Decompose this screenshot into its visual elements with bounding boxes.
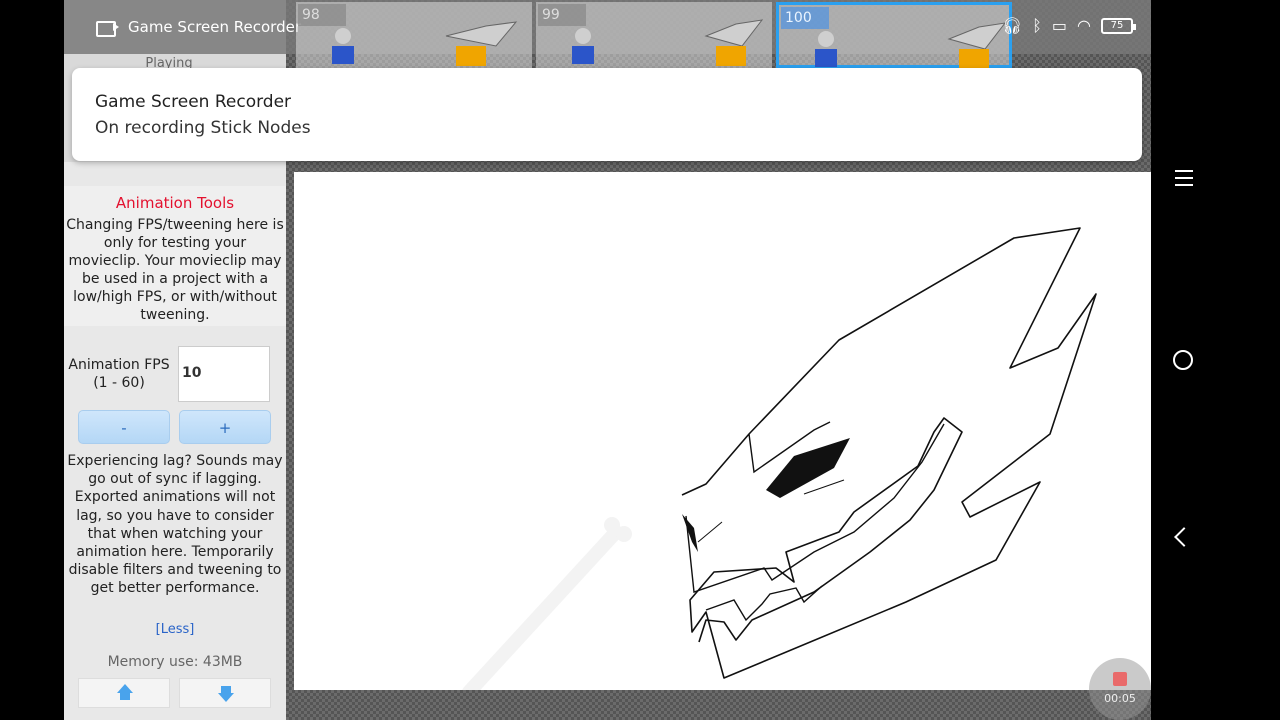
record-timer: 00:05 <box>1104 692 1136 705</box>
drawing-canvas[interactable] <box>294 172 1151 690</box>
tools-info-box: Animation Tools Changing FPS/tweening he… <box>64 186 286 326</box>
stop-record-icon <box>1113 672 1127 686</box>
notification-text: On recording Stick Nodes <box>95 118 311 138</box>
frame-preview-icon <box>815 22 1007 69</box>
skull-outline <box>681 227 1097 679</box>
video-camera-icon <box>96 19 120 37</box>
fps-row: Animation FPS (1 - 60) 10 <box>64 346 286 404</box>
frame-strip: 98 99 100 <box>296 0 1056 69</box>
menu-icon[interactable] <box>1175 170 1193 188</box>
arrow-down-icon[interactable] <box>179 678 271 708</box>
status-bar: Game Screen Recorder 98 99 100 🎧︎ ᛒ ▭ ◠ … <box>64 0 1151 69</box>
fps-increase-button[interactable]: + <box>179 410 271 444</box>
android-nav-bar <box>1151 0 1280 720</box>
back-icon[interactable] <box>1174 527 1194 547</box>
skull-drawing <box>462 227 1097 690</box>
bone-shape <box>462 517 632 690</box>
cast-icon: ▭ <box>1051 16 1068 35</box>
frame-thumbnail[interactable]: 99 <box>536 2 772 68</box>
frame-preview-icon <box>332 21 518 66</box>
arrow-up-icon[interactable] <box>78 678 170 708</box>
recording-notification[interactable]: Game Screen Recorder On recording Stick … <box>72 68 1142 161</box>
wifi-icon: ◠ <box>1077 16 1091 35</box>
fps-label: Animation FPS (1 - 60) <box>68 357 170 391</box>
record-floating-button[interactable]: 00:05 <box>1089 658 1151 720</box>
animation-tools-panel: Animation Tools Changing FPS/tweening he… <box>64 162 286 720</box>
recorder-label: Game Screen Recorder <box>128 18 301 36</box>
frame-thumbnail-selected[interactable]: 100 <box>776 2 1012 69</box>
tools-info-text: Changing FPS/tweening here is only for t… <box>66 217 284 323</box>
battery-icon: 75 <box>1101 17 1136 34</box>
home-icon[interactable] <box>1173 350 1193 370</box>
bluetooth-icon: ᛒ <box>1032 16 1042 35</box>
panel-title: Animation Tools <box>115 194 235 212</box>
memory-usage: Memory use: 43MB <box>107 654 243 670</box>
less-link[interactable]: [Less] <box>64 622 286 637</box>
fps-input[interactable]: 10 <box>178 346 270 402</box>
stick-nodes-app: Game Screen Recorder 98 99 100 🎧︎ ᛒ ▭ ◠ … <box>64 0 1151 720</box>
system-icons: 🎧︎ ᛒ ▭ ◠ 75 <box>1001 16 1136 35</box>
frame-preview-icon <box>572 19 764 66</box>
fps-decrease-button[interactable]: - <box>78 410 170 444</box>
eye-socket <box>766 438 850 498</box>
recorder-indicator[interactable]: Game Screen Recorder <box>96 14 301 40</box>
notification-title: Game Screen Recorder <box>95 92 292 112</box>
headphones-icon: 🎧︎ <box>1001 16 1023 35</box>
lag-warning-text: Experiencing lag? Sounds may go out of s… <box>67 453 283 597</box>
frame-thumbnail[interactable]: 98 <box>296 2 532 68</box>
